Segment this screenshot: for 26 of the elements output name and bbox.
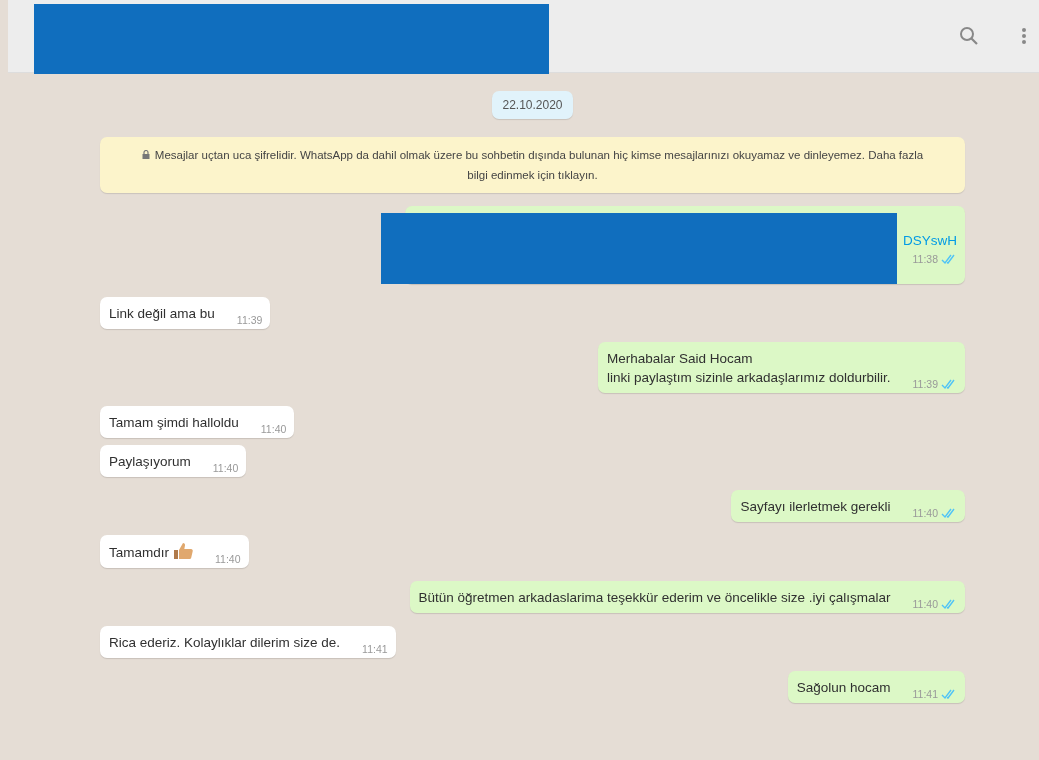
message-text: Rica ederiz. Kolaylıklar dilerim size de. xyxy=(109,634,341,652)
search-icon[interactable] xyxy=(959,26,979,46)
message-time: 11:40 xyxy=(212,462,239,474)
message-text: Merhabalar Said Hocam xyxy=(606,350,754,368)
message-time: 11:40 xyxy=(215,553,241,565)
date-chip: 22.10.2020 xyxy=(492,91,573,119)
menu-icon[interactable] xyxy=(1021,27,1027,45)
message-time: 11:38 xyxy=(912,253,938,265)
message-time: 11:40 xyxy=(912,507,938,519)
message-time: 11:39 xyxy=(236,314,263,326)
lock-icon xyxy=(141,150,150,159)
message-time: 11:39 xyxy=(912,378,938,390)
message-time: 11:40 xyxy=(912,598,938,610)
message-time: 11:41 xyxy=(362,643,388,655)
message-text: linki paylaştım sizinle arkadaşlarımız doldurbilir. xyxy=(606,369,891,387)
message-text: Sağolun hocam xyxy=(796,679,891,697)
message-text: Link değil ama bu xyxy=(109,305,215,323)
encryption-notice[interactable]: Mesajlar uçtan uca şifrelidir. WhatsApp da dahil olmak üzere bu sohbetin dışında bulunan hiç kimse mesajlarınızı okuyamaz ve dinleyemez. Daha fazla bilgi edinmek için tıklayın. xyxy=(100,137,965,193)
message-text: Tamam şimdi halloldu xyxy=(109,414,239,432)
message-text: Sayfayı ilerletmek gerekli xyxy=(740,498,891,516)
message-time: 11:41 xyxy=(912,688,938,700)
message-time: 11:40 xyxy=(260,423,287,435)
notice-text: Mesajlar uçtan uca şifrelidir. WhatsApp da dahil olmak üzere bu sohbetin dışında bulunan hiç kimse mesajlarınızı okuyamaz ve dinleyemez. Daha fazla bilgi edinmek için tıklayın. xyxy=(154,149,924,181)
message-text: Bütün öğretmen arkadaslarima teşekkür ederim ve öncelikle size .iyi çalışmalar xyxy=(418,589,891,607)
message-text: Paylaşıyorum xyxy=(109,453,191,471)
message-text: Tamamdır xyxy=(109,544,169,562)
